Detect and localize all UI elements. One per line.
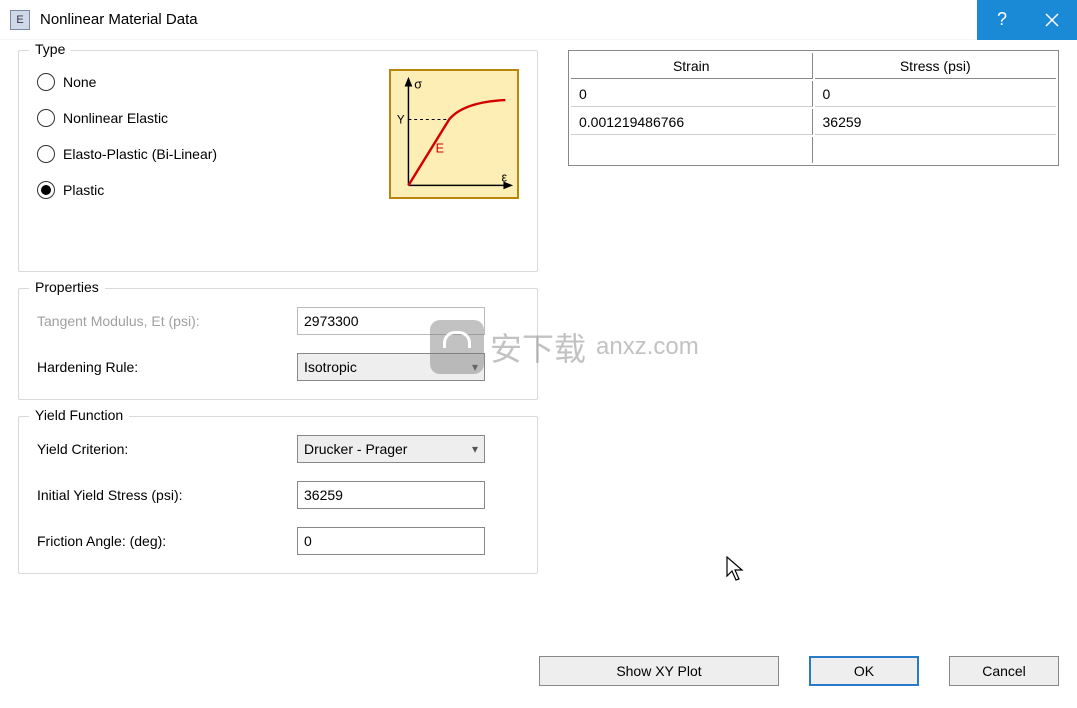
col-header-strain: Strain: [571, 53, 813, 79]
cell-strain[interactable]: 0: [571, 81, 813, 107]
title-bar: E Nonlinear Material Data ?: [0, 0, 1077, 40]
radio-label: Nonlinear Elastic: [63, 110, 168, 126]
svg-text:ε: ε: [501, 170, 507, 184]
friction-angle-input[interactable]: [297, 527, 485, 555]
svg-text:σ: σ: [414, 77, 422, 91]
hardening-rule-value: Isotropic: [304, 359, 357, 375]
radio-elasto-plastic[interactable]: Elasto-Plastic (Bi-Linear): [37, 145, 217, 163]
cell-stress[interactable]: 0: [815, 81, 1057, 107]
yield-criterion-select[interactable]: Drucker - Prager ▾: [297, 435, 485, 463]
close-button[interactable]: [1027, 0, 1077, 40]
type-group: Type None Nonlinear Elastic Elasto-Plast…: [18, 50, 538, 272]
yield-criterion-label: Yield Criterion:: [37, 441, 297, 457]
yield-function-group-title: Yield Function: [29, 407, 129, 423]
tangent-modulus-label: Tangent Modulus, Et (psi):: [37, 313, 297, 329]
yield-function-group: Yield Function Yield Criterion: Drucker …: [18, 416, 538, 574]
show-xy-plot-button[interactable]: Show XY Plot: [539, 656, 779, 686]
app-icon: E: [10, 10, 30, 30]
strain-stress-table[interactable]: Strain Stress (psi) 0 0 0.001219486766 3…: [568, 50, 1059, 166]
radio-plastic[interactable]: Plastic: [37, 181, 217, 199]
properties-group: Properties Tangent Modulus, Et (psi): Ha…: [18, 288, 538, 400]
radio-label: Plastic: [63, 182, 104, 198]
col-header-stress: Stress (psi): [815, 53, 1057, 79]
type-group-title: Type: [29, 41, 71, 57]
initial-yield-stress-input[interactable]: [297, 481, 485, 509]
radio-icon: [37, 109, 55, 127]
initial-yield-stress-label: Initial Yield Stress (psi):: [37, 487, 297, 503]
radio-icon: [37, 73, 55, 91]
hardening-rule-label: Hardening Rule:: [37, 359, 297, 375]
dialog-footer: Show XY Plot OK Cancel: [0, 648, 1077, 698]
radio-label: Elasto-Plastic (Bi-Linear): [63, 146, 217, 162]
friction-angle-label: Friction Angle: (deg):: [37, 533, 297, 549]
stress-strain-diagram: σ ε Y E: [389, 69, 519, 199]
cell-stress[interactable]: 36259: [815, 109, 1057, 135]
radio-nonlinear-elastic[interactable]: Nonlinear Elastic: [37, 109, 217, 127]
radio-icon: [37, 181, 55, 199]
cell-stress[interactable]: [815, 137, 1057, 163]
radio-icon: [37, 145, 55, 163]
svg-text:Y: Y: [397, 113, 405, 126]
properties-group-title: Properties: [29, 279, 105, 295]
chevron-down-icon: ▾: [472, 442, 478, 456]
radio-label: None: [63, 74, 96, 90]
table-row[interactable]: 0 0: [571, 81, 1056, 107]
tangent-modulus-input: [297, 307, 485, 335]
table-header-row: Strain Stress (psi): [571, 53, 1056, 79]
help-button[interactable]: ?: [977, 0, 1027, 40]
svg-text:E: E: [436, 141, 444, 155]
window-title: Nonlinear Material Data: [40, 11, 977, 28]
cell-strain[interactable]: [571, 137, 813, 163]
hardening-rule-select[interactable]: Isotropic ▾: [297, 353, 485, 381]
close-icon: [1045, 13, 1059, 27]
cancel-button[interactable]: Cancel: [949, 656, 1059, 686]
yield-criterion-value: Drucker - Prager: [304, 441, 407, 457]
chevron-down-icon: ▾: [472, 360, 478, 374]
cell-strain[interactable]: 0.001219486766: [571, 109, 813, 135]
radio-none[interactable]: None: [37, 73, 217, 91]
table-row[interactable]: 0.001219486766 36259: [571, 109, 1056, 135]
ok-button[interactable]: OK: [809, 656, 919, 686]
table-row[interactable]: [571, 137, 1056, 163]
